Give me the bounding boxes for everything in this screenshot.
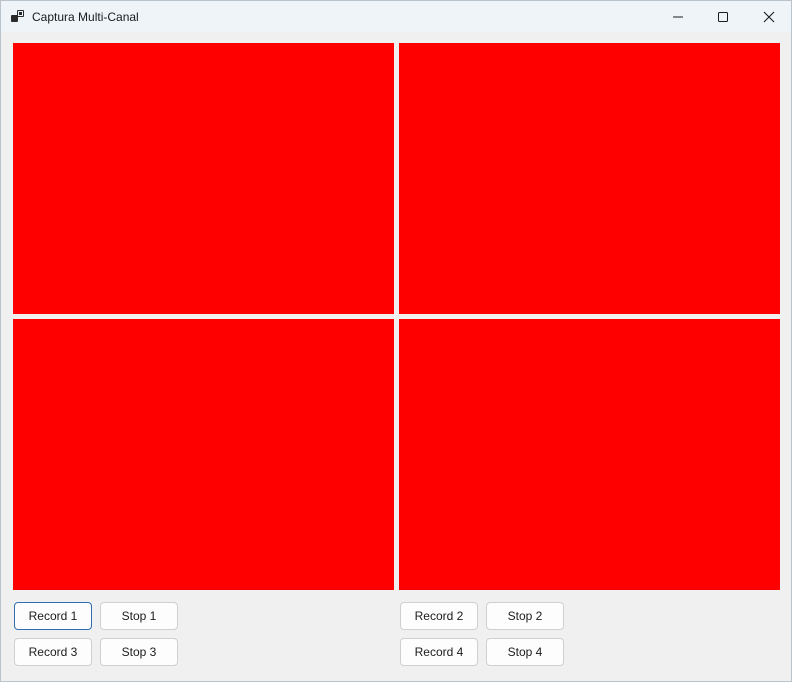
minimize-button[interactable] — [655, 1, 701, 32]
maximize-button[interactable] — [700, 1, 746, 32]
close-button[interactable] — [746, 1, 791, 32]
record-3-button[interactable]: Record 3 — [14, 638, 92, 666]
stop-4-button[interactable]: Stop 4 — [486, 638, 564, 666]
video-panel-2 — [399, 43, 780, 314]
stop-1-button[interactable]: Stop 1 — [100, 602, 178, 630]
app-window-icon — [11, 10, 24, 23]
record-4-button[interactable]: Record 4 — [400, 638, 478, 666]
title-bar[interactable]: Captura Multi-Canal — [1, 1, 791, 32]
minimize-icon — [672, 11, 684, 23]
video-panel-3 — [13, 319, 394, 590]
record-2-button[interactable]: Record 2 — [400, 602, 478, 630]
video-panel-1 — [13, 43, 394, 314]
app-window: Captura Multi-Canal Record 1 Stop 1 Reco… — [0, 0, 792, 682]
maximize-icon — [717, 11, 729, 23]
window-title: Captura Multi-Canal — [32, 10, 139, 24]
stop-3-button[interactable]: Stop 3 — [100, 638, 178, 666]
close-icon — [763, 11, 775, 23]
record-1-button[interactable]: Record 1 — [14, 602, 92, 630]
stop-2-button[interactable]: Stop 2 — [486, 602, 564, 630]
video-panel-4 — [399, 319, 780, 590]
